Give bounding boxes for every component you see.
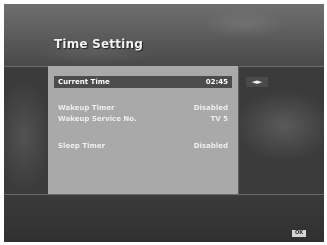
footer-background (4, 194, 324, 242)
menu-item-current-time[interactable]: Current Time 02:45 (54, 76, 232, 88)
menu-item-label: Wakeup Timer (58, 104, 115, 112)
menu-item-label: Current Time (58, 78, 110, 86)
left-right-arrows-icon: ◄► (246, 77, 268, 87)
menu-item-wakeup-service-no[interactable]: Wakeup Service No. TV 5 (54, 113, 232, 125)
menu-item-value: Disabled (193, 142, 228, 150)
right-divider (238, 66, 239, 194)
tv-osd-screen: Time Setting Current Time 02:45 Wakeup T… (4, 4, 324, 242)
menu-item-value: TV 5 (210, 115, 229, 123)
menu-item-value: 02:45 (205, 78, 228, 86)
header-background (4, 4, 324, 66)
ok-button-hint: OK (292, 230, 306, 237)
menu-item-value: Disabled (193, 104, 228, 112)
menu-item-label: Wakeup Service No. (58, 115, 137, 123)
menu-item-sleep-timer[interactable]: Sleep Timer Disabled (54, 140, 232, 152)
footer-divider (4, 194, 324, 195)
menu-item-label: Sleep Timer (58, 142, 106, 150)
time-setting-menu: Current Time 02:45 Wakeup Timer Disabled… (48, 66, 238, 194)
page-title: Time Setting (54, 37, 144, 51)
